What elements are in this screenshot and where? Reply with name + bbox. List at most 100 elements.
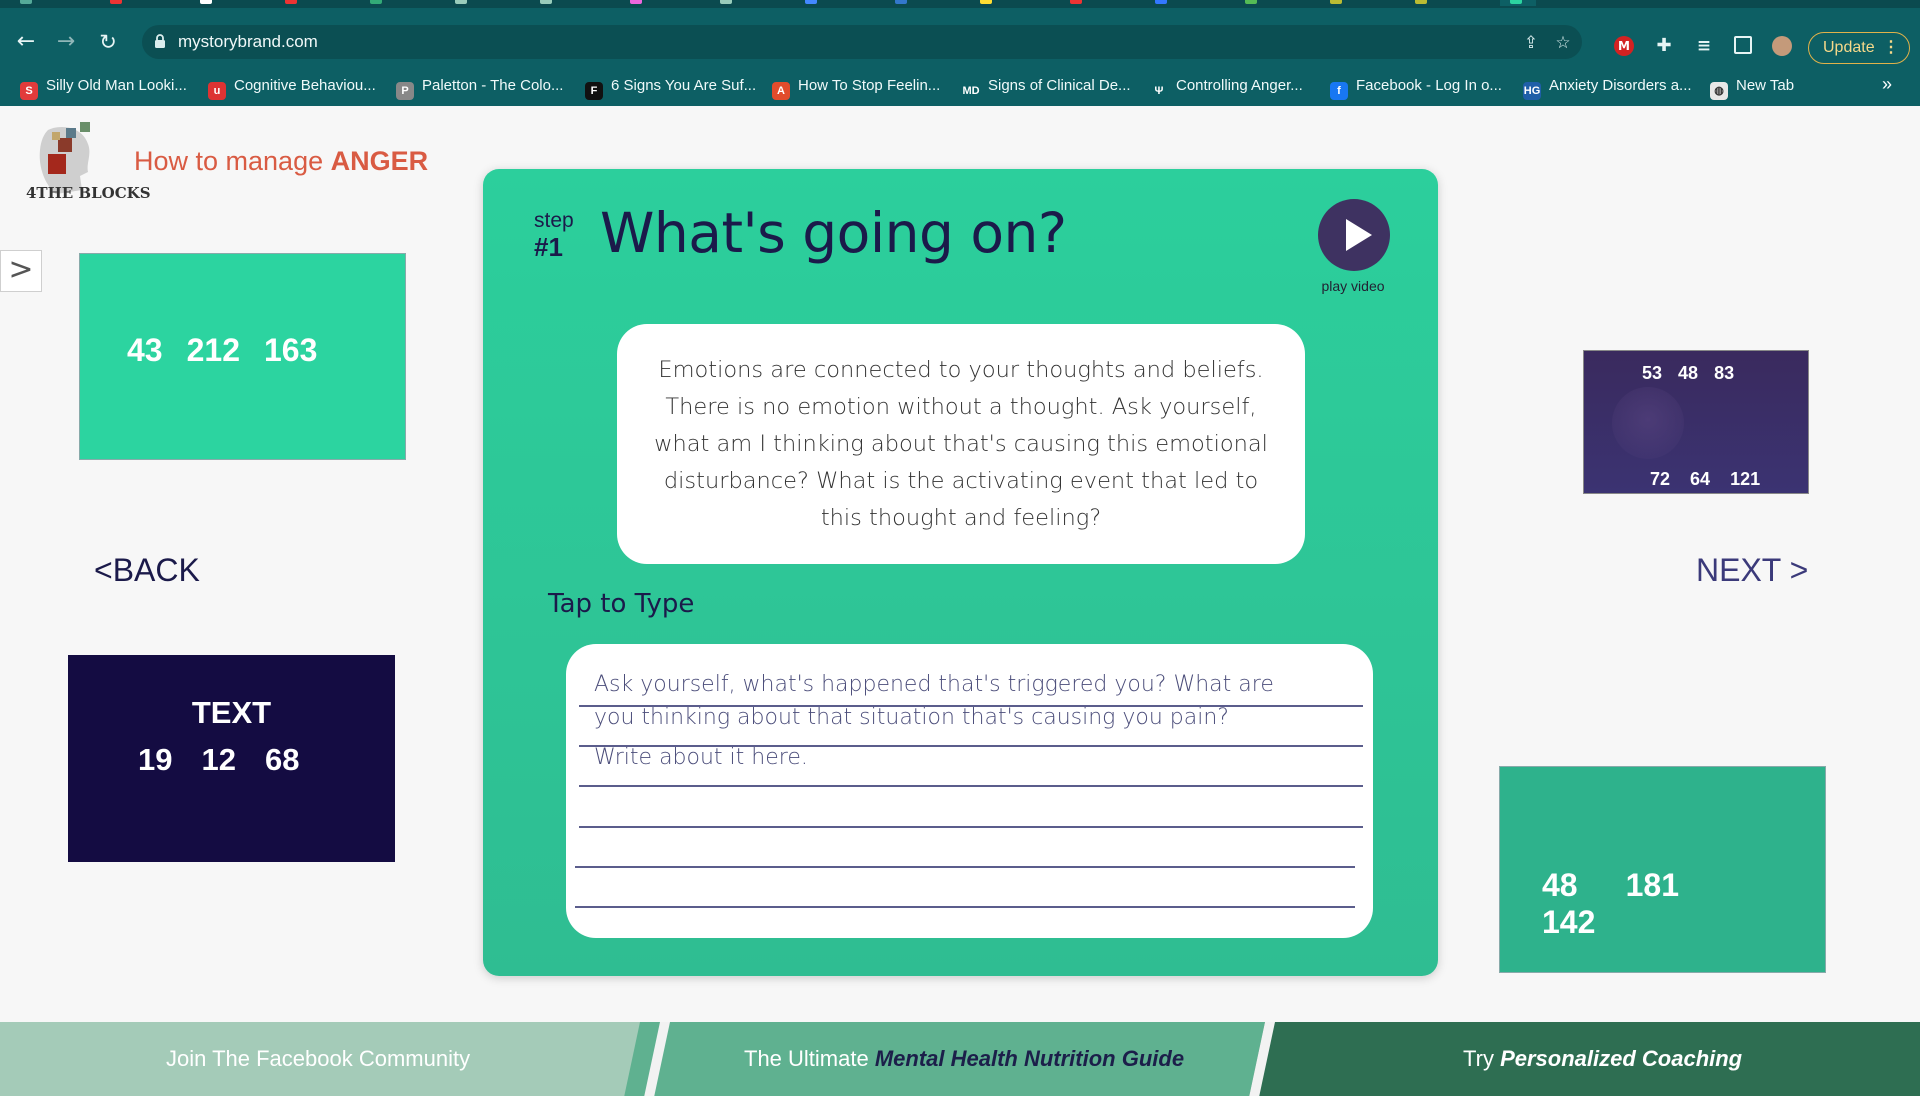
media-queue-icon[interactable]: ≡ [1694,36,1714,56]
journal-textarea[interactable]: Ask yourself, what's happened that's tri… [566,644,1373,938]
play-video-label[interactable]: play video [1283,278,1423,294]
footer-guide-prefix: The Ultimate [744,1046,875,1071]
browser-tab[interactable] [1070,0,1086,6]
browser-tab[interactable] [805,0,821,6]
bookmark-favicon-icon: F [585,82,603,100]
bookmark-favicon-icon: Ψ [1150,82,1168,100]
footer-coaching-emphasis: Personalized Coaching [1500,1046,1743,1071]
browser-tab[interactable] [20,0,36,6]
swatch-label: TEXT [191,695,272,730]
browser-tab[interactable] [980,0,996,6]
back-link[interactable]: <BACK [94,552,200,589]
page-content: 4THE BLOCKS How to manage ANGER > 43 212 1… [0,106,1920,1096]
color-swatch-top-right: 53 48 83 72 64 121 [1583,350,1809,494]
page-title: How to manage ANGER [134,146,428,177]
swatch-value: 181 [1625,867,1679,903]
browser-tab[interactable] [895,0,911,6]
bookmark-item[interactable]: MD Signs of Clinical De... [962,75,1131,100]
ruled-line [575,906,1355,908]
browser-tab[interactable] [1330,0,1346,6]
address-bar[interactable]: mystorybrand.com ⇪ ☆ [142,25,1582,59]
footer-guide-emphasis: Mental Health Nutrition Guide [874,1046,1185,1071]
bookmark-item[interactable]: Ψ Controlling Anger... [1150,75,1303,100]
browser-tab[interactable] [110,0,126,6]
star-icon[interactable]: ☆ [1554,34,1572,52]
bookmark-label: Controlling Anger... [1176,77,1303,94]
prompt-text: Emotions are connected to your thoughts … [654,357,1268,531]
side-panel-icon[interactable] [1734,36,1752,54]
bookmark-label: Silly Old Man Looki... [46,77,187,94]
bookmark-favicon-icon: u [208,82,226,100]
bookmark-favicon-icon: MD [962,82,980,100]
color-swatch-bottom-right: 48 181 142 [1499,766,1826,973]
swatch-value: 12 [201,742,236,777]
browser-tab[interactable] [1245,0,1261,6]
bookmark-label: Facebook - Log In o... [1356,77,1502,94]
kebab-menu-icon[interactable]: ⋮ [1883,33,1899,62]
bookmark-label: How To Stop Feelin... [798,77,941,94]
update-label: Update [1823,39,1875,56]
bookmark-favicon-icon: S [20,82,38,100]
color-swatch-top-left: 43 212 163 [79,253,406,460]
play-video-button[interactable] [1318,199,1390,271]
prompt-box: Emotions are connected to your thoughts … [617,324,1305,564]
swatch-value: 53 [1642,363,1663,383]
browser-tab[interactable] [720,0,736,6]
bookmark-item[interactable]: ◍ New Tab [1710,75,1794,100]
bookmark-favicon-icon: P [396,82,414,100]
browser-tab[interactable] [285,0,301,6]
footer-coaching-link[interactable]: Try Personalized Coaching [1463,1046,1742,1072]
browser-tab[interactable] [1155,0,1171,6]
swatch-value: 68 [264,742,300,777]
avatar[interactable] [1772,36,1792,56]
chevron-right-icon[interactable]: > [0,250,42,292]
footer-guide-link[interactable]: The Ultimate Mental Health Nutrition Gui… [744,1046,1184,1072]
reload-icon[interactable]: ↻ [96,30,120,54]
bookmark-item[interactable]: f Facebook - Log In o... [1330,75,1502,100]
bookmark-favicon-icon: ◍ [1710,82,1728,100]
browser-tab[interactable] [370,0,386,6]
decorative-circle [1612,387,1684,459]
bookmark-label: Anxiety Disorders a... [1549,77,1692,94]
puzzle-icon[interactable]: ✚ [1654,36,1674,56]
bookmark-favicon-icon: A [772,82,790,100]
browser-tab[interactable] [630,0,646,6]
browser-tab-active[interactable] [1500,0,1536,6]
bookmark-item[interactable]: F 6 Signs You Are Suf... [585,75,757,100]
browser-tab[interactable] [1415,0,1431,6]
ruled-line [579,785,1363,787]
next-link[interactable]: NEXT > [1696,552,1808,589]
extension-m-icon[interactable]: M [1614,36,1634,56]
browser-tab[interactable] [540,0,556,6]
url-text[interactable]: mystorybrand.com [178,32,318,52]
footer-coaching-prefix: Try [1463,1046,1501,1071]
swatch-value: 72 [1650,469,1671,489]
back-arrow-icon[interactable]: ← [14,30,38,54]
bookmark-label: 6 Signs You Are Suf... [611,77,757,94]
swatch-value: 43 [127,332,163,368]
bookmark-item[interactable]: HG Anxiety Disorders a... [1523,75,1692,100]
bookmark-item[interactable]: A How To Stop Feelin... [772,75,941,100]
textarea-placeholder-line: you thinking about that situation that's… [594,705,1229,730]
lock-icon [155,34,165,48]
bookmarks-overflow-icon[interactable]: » [1882,74,1892,95]
bookmark-item[interactable]: u Cognitive Behaviou... [208,75,376,100]
swatch-value: 19 [138,742,173,777]
logo-text: 4THE BLOCKS [26,184,151,202]
footer-facebook-link[interactable]: Join The Facebook Community [166,1046,470,1072]
swatch-value: 121 [1730,469,1761,489]
play-icon [1346,219,1372,251]
swatch-value: 142 [1542,904,1596,940]
browser-toolbar: ← → ↻ mystorybrand.com ⇪ ☆ M ✚ ≡ Update … [0,8,1920,74]
forward-arrow-icon[interactable]: → [54,30,78,54]
swatch-value: 64 [1690,469,1711,489]
browser-tab[interactable] [200,0,216,6]
update-button[interactable]: Update ⋮ [1808,32,1910,64]
share-icon[interactable]: ⇪ [1522,34,1540,52]
browser-tab[interactable] [455,0,471,6]
tab-strip [0,0,1920,8]
title-emphasis: ANGER [330,146,429,176]
bookmark-favicon-icon: f [1330,82,1348,100]
bookmark-item[interactable]: S Silly Old Man Looki... [20,75,187,100]
bookmark-item[interactable]: P Paletton - The Colo... [396,75,563,100]
